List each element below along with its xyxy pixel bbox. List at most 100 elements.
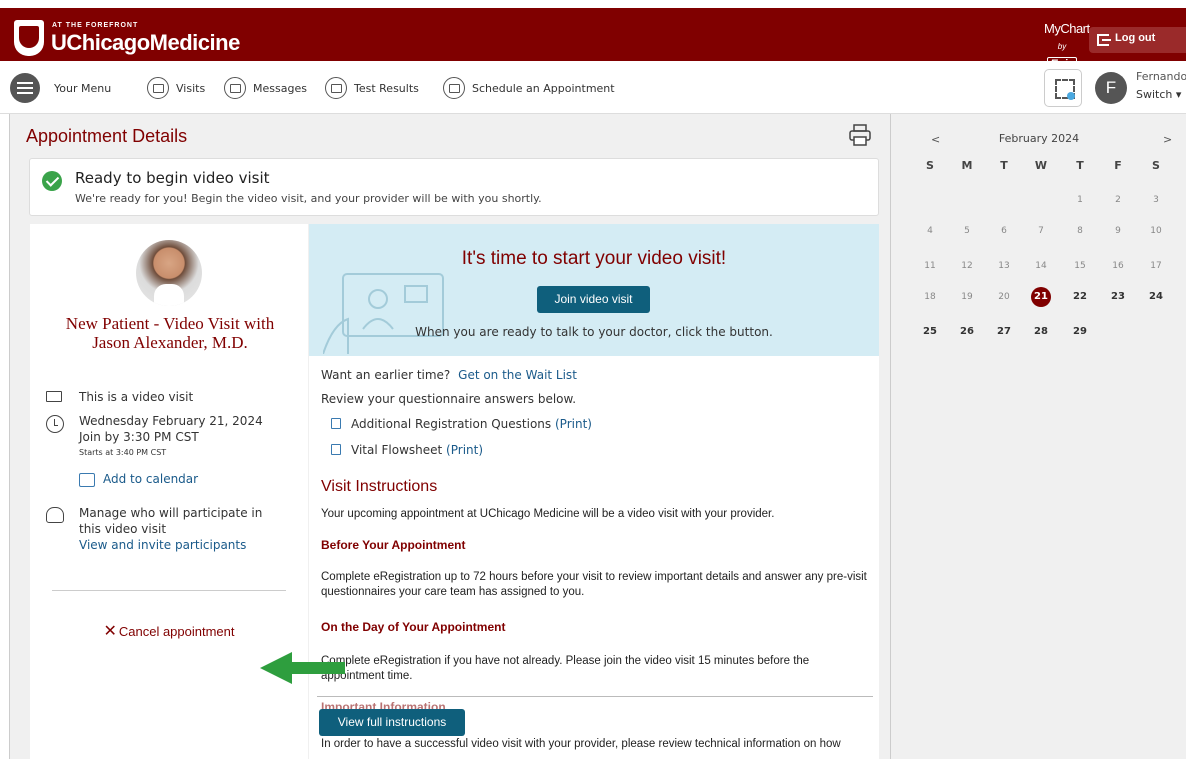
clock-icon	[46, 415, 64, 433]
calendar-day: 12	[961, 261, 973, 271]
calendar-day: 20	[998, 292, 1010, 302]
visit-title: New Patient - Video Visit with Jason Ale…	[65, 314, 275, 352]
calendar-day[interactable]: 28	[1026, 322, 1056, 342]
calendar-day[interactable]: 29	[1065, 322, 1095, 342]
questionnaire-label: Additional Registration Questions	[351, 417, 552, 431]
calendar-day: 16	[1112, 261, 1124, 271]
nav-test-results[interactable]: Test Results	[325, 75, 419, 101]
day-of-appointment-title: On the Day of Your Appointment	[321, 620, 506, 634]
review-text: Review your questionnaire answers below.	[321, 392, 577, 406]
calendar-day[interactable]: 23	[1103, 287, 1133, 307]
visit-date: Wednesday February 21, 2024	[79, 414, 263, 428]
cancel-appointment-button[interactable]: ✕ Cancel appointment	[30, 621, 308, 641]
questionnaire-item: Vital Flowsheet (Print)	[331, 443, 483, 457]
earlier-prompt: Want an earlier time?	[321, 368, 451, 382]
envelope-icon	[224, 77, 246, 99]
calendar-plus-icon	[443, 77, 465, 99]
calendar-day[interactable]: 22	[1065, 287, 1095, 307]
calendar-weekday: T	[1000, 159, 1008, 172]
calendar-sidebar: < February 2024 > S M T W T F S 1 2 3 4 5 6 7 8 9 10 11 12…	[890, 114, 1186, 759]
print-questionnaire-link[interactable]: (Print)	[446, 443, 483, 457]
calendar-day: 5	[964, 226, 970, 236]
printer-icon[interactable]	[848, 124, 872, 146]
instructions-intro: Your upcoming appointment at UChicago Me…	[321, 508, 775, 520]
technical-info-text: In order to have a successful video visi…	[321, 738, 841, 750]
nav-visits-label: Visits	[176, 81, 206, 95]
logout-label: Log out	[1115, 32, 1156, 44]
calendar-weekday: W	[1034, 159, 1048, 172]
print-questionnaire-link[interactable]: (Print)	[555, 417, 592, 431]
logout-icon	[1097, 34, 1111, 46]
uchicago-shield-icon[interactable]	[14, 20, 44, 56]
logo-wordmark[interactable]: UChicagoMedicine	[51, 30, 240, 56]
wait-list-link[interactable]: Get on the Wait List	[458, 368, 577, 382]
doctor-photo	[136, 240, 202, 306]
flask-icon	[325, 77, 347, 99]
avatar[interactable]: F	[1095, 72, 1127, 104]
calendar-weekday: S	[926, 159, 934, 172]
mychart-wordmark: MyChart	[1044, 21, 1090, 36]
calendar-day[interactable]: 27	[989, 322, 1019, 342]
calendar-weekday: T	[1076, 159, 1084, 172]
view-full-instructions-button[interactable]: View full instructions	[319, 709, 465, 736]
join-video-visit-button[interactable]: Join video visit	[537, 286, 650, 313]
calendar-day: 19	[961, 292, 973, 302]
manage-line-2: this video visit	[79, 522, 167, 536]
questionnaire-item: Additional Registration Questions (Print…	[331, 417, 592, 431]
calendar-day: 15	[1074, 261, 1086, 271]
nav-test-results-label: Test Results	[354, 81, 419, 95]
ready-banner: Ready to begin video visit We're ready f…	[29, 158, 879, 216]
top-header: AT THE FOREFRONT UChicagoMedicine MyChar…	[0, 0, 1186, 71]
nav-messages[interactable]: Messages	[224, 75, 307, 101]
nav-bar: Your Menu Visits Messages Test Results S…	[0, 61, 1186, 114]
invite-participants-link[interactable]: View and invite participants	[79, 538, 246, 552]
separator	[317, 696, 873, 697]
divider	[52, 590, 286, 591]
calendar-day: 1	[1077, 195, 1083, 205]
calendar-day: 7	[1038, 226, 1044, 236]
calendar-weekday: M	[961, 159, 973, 172]
nav-visits[interactable]: Visits	[147, 75, 205, 101]
logout-button[interactable]: Log out	[1089, 27, 1186, 53]
calendar-day[interactable]: 24	[1141, 287, 1171, 307]
nav-messages-label: Messages	[253, 81, 307, 95]
day-of-appointment-text: Complete eRegistration if you have not a…	[321, 655, 810, 682]
ready-subtitle: We're ready for you! Begin the video vis…	[75, 192, 542, 205]
add-to-calendar-link[interactable]: Add to calendar	[103, 472, 198, 486]
main-content: Appointment Details Ready to begin video…	[9, 114, 890, 759]
calendar-icon	[147, 77, 169, 99]
switch-account-button[interactable]: Switch ▾	[1136, 88, 1181, 101]
earlier-time-row: Want an earlier time? Get on the Wait Li…	[321, 368, 577, 382]
calendar-day: 8	[1077, 226, 1083, 236]
before-appointment-text: Complete eRegistration up to 72 hours be…	[321, 571, 867, 598]
calendar-day: 11	[924, 261, 936, 271]
participants-icon	[46, 507, 64, 523]
page-title: Appointment Details	[26, 126, 188, 146]
nav-your-menu-label: Your Menu	[54, 81, 112, 95]
calendar-day: 10	[1150, 226, 1162, 236]
calendar-next-button[interactable]: >	[1163, 133, 1172, 146]
checklist-icon	[331, 444, 341, 455]
calendar-weekday: F	[1114, 159, 1122, 172]
hamburger-menu-icon[interactable]	[10, 73, 40, 103]
calendar-day: 13	[998, 261, 1010, 271]
calendar-day[interactable]: 25	[915, 322, 945, 342]
calendar-day-today[interactable]: 21	[1026, 287, 1056, 307]
green-arrow-icon	[260, 652, 345, 684]
nav-your-menu[interactable]: Your Menu	[54, 75, 111, 101]
video-call-illustration-icon	[323, 273, 444, 354]
cancel-label: Cancel appointment	[118, 624, 235, 639]
join-by-time: Join by 3:30 PM CST	[79, 430, 199, 444]
manage-line-1: Manage who will participate in	[79, 506, 263, 520]
calendar-add-icon	[79, 473, 95, 487]
calendar-day: 9	[1115, 226, 1121, 236]
checklist-icon	[331, 418, 341, 429]
nav-schedule-label: Schedule an Appointment	[472, 81, 615, 95]
calendar-day[interactable]: 26	[952, 322, 982, 342]
hero-subtitle: When you are ready to talk to your docto…	[415, 325, 773, 339]
checkmark-icon	[42, 171, 62, 191]
nav-schedule[interactable]: Schedule an Appointment	[443, 75, 615, 101]
qr-code-icon[interactable]	[1044, 69, 1082, 107]
calendar-day: 6	[1001, 226, 1007, 236]
hero-title: It's time to start your video visit!	[461, 248, 727, 269]
